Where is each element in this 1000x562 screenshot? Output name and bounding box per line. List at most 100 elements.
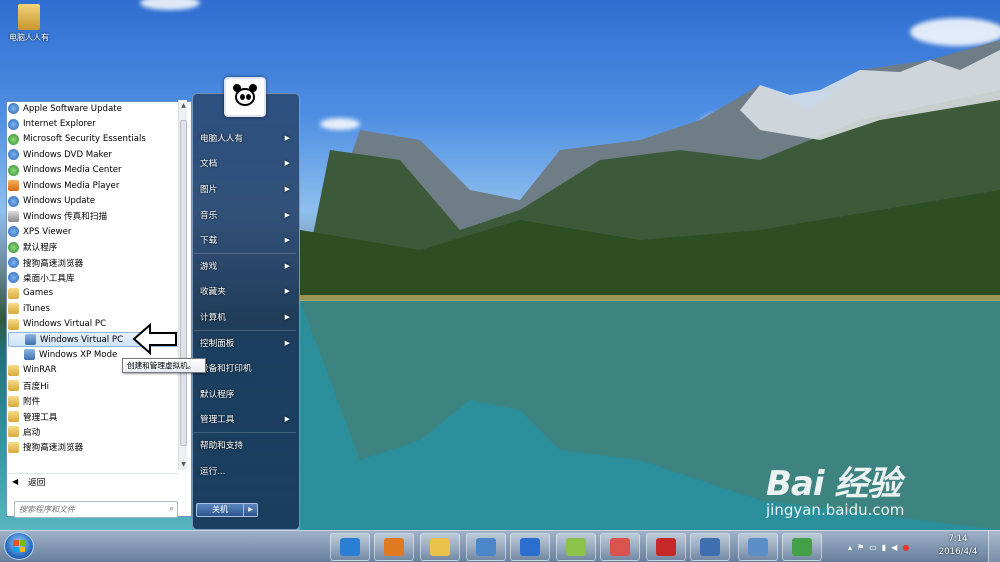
start-menu-place-item[interactable]: 电脑人人有 ▶ — [194, 125, 296, 151]
program-item[interactable]: 管理工具 — [8, 409, 180, 424]
show-hidden-icons-icon[interactable]: ▴ — [848, 543, 852, 552]
scroll-thumb[interactable] — [180, 120, 187, 446]
program-label: WinRAR — [23, 365, 57, 376]
program-item[interactable]: Windows 传真和扫描 — [8, 209, 180, 224]
start-menu-place-item[interactable]: 管理工具 ▶ — [194, 407, 296, 433]
taskbar-button[interactable] — [782, 533, 822, 561]
program-label: 默认程序 — [23, 243, 58, 254]
program-item[interactable]: Windows Media Player — [8, 178, 180, 193]
apple-update-icon — [8, 103, 19, 115]
program-item[interactable]: 默认程序 — [8, 240, 180, 255]
scroll-up-icon[interactable]: ▲ — [180, 102, 187, 109]
taskbar-button[interactable] — [420, 533, 460, 561]
remote-desktop-icon — [748, 538, 768, 556]
search-icon[interactable]: ⌕ — [169, 504, 174, 514]
virtual-pc-icon — [700, 538, 720, 556]
flag-icon[interactable]: ⚑ — [857, 543, 864, 552]
submenu-arrow-icon: ▶ — [284, 415, 290, 424]
program-label: Games — [23, 288, 54, 299]
sogou-browser-icon — [8, 257, 19, 269]
monitor-icon[interactable]: ▭ — [869, 543, 877, 552]
submenu-arrow-icon: ▶ — [284, 159, 290, 168]
desktop-icon[interactable]: 电脑人人有 — [4, 4, 54, 43]
start-menu-place-item[interactable]: 音乐 ▶ — [194, 202, 296, 228]
panda-icon — [231, 84, 259, 110]
place-label: 收藏夹 — [200, 287, 226, 298]
back-button[interactable]: ◀ 返回 — [8, 473, 178, 489]
watermark-url: jingyan.baidu.com — [766, 501, 905, 519]
start-menu-place-item[interactable]: 下载 ▶ — [194, 227, 296, 253]
taskbar-button[interactable] — [646, 533, 686, 561]
program-label: iTunes — [23, 303, 50, 314]
start-menu-places: 电脑人人有 ▶ 文档 ▶ 图片 ▶ 音乐 ▶ 下载 ▶ 游戏 ▶ 收藏夹 ▶ 计算机 ▶ 控制面板 ▶ 设备和打印机… — [194, 125, 296, 483]
folder-icon — [566, 538, 586, 556]
program-item[interactable]: Internet Explorer — [8, 116, 180, 131]
taskbar-clock[interactable]: 7:14 2016/4/4 — [938, 533, 978, 559]
watermark-logo: Bai 经验 — [766, 464, 901, 504]
program-item[interactable]: 附件 — [8, 393, 180, 408]
program-item[interactable]: Microsoft Security Essentials — [8, 132, 180, 147]
start-menu-place-item[interactable]: 收藏夹 ▶ — [194, 279, 296, 305]
folder-icon — [8, 441, 19, 453]
start-menu-place-item[interactable]: 计算机 ▶ — [194, 304, 296, 330]
program-item[interactable]: Windows Update — [8, 193, 180, 208]
submenu-arrow-icon: ▶ — [284, 312, 290, 321]
program-item[interactable]: iTunes — [8, 301, 180, 316]
start-menu-place-item[interactable]: 游戏 ▶ — [194, 252, 296, 279]
taskbar-button[interactable] — [690, 533, 730, 561]
taskbar-button[interactable] — [330, 533, 370, 561]
start-menu-place-item[interactable]: 运行... — [194, 458, 296, 484]
clock-date: 2016/4/4 — [938, 547, 978, 557]
program-label: Windows Media Player — [23, 180, 120, 191]
program-label: 搜狗高速浏览器 — [23, 258, 84, 269]
download-icon — [792, 538, 812, 556]
start-menu-place-item[interactable]: 设备和打印机 — [194, 355, 296, 381]
taskbar-button[interactable] — [466, 533, 506, 561]
network-icon — [476, 538, 496, 556]
folder-icon — [8, 380, 19, 392]
taskbar-button[interactable] — [738, 533, 778, 561]
program-item[interactable]: 搜狗高速浏览器 — [8, 440, 180, 455]
start-menu-place-item[interactable]: 帮助和支持 — [194, 432, 296, 458]
program-item[interactable]: Windows Media Center — [8, 163, 180, 178]
start-menu-place-item[interactable]: 图片 ▶ — [194, 176, 296, 202]
virtual-pc-icon — [25, 334, 36, 346]
submenu-arrow-icon: ▶ — [284, 339, 290, 348]
program-item[interactable]: 搜狗高速浏览器 — [8, 255, 180, 270]
program-item[interactable]: 桌面小工具库 — [8, 270, 180, 285]
media-player-icon — [8, 180, 19, 192]
program-item[interactable]: XPS Viewer — [8, 224, 180, 239]
volume-icon[interactable]: ◀ — [891, 543, 897, 552]
folder-icon — [8, 303, 19, 315]
show-desktop-button[interactable] — [988, 530, 1000, 562]
shutdown-button[interactable]: 关机 — [196, 503, 244, 517]
taskbar-button[interactable] — [556, 533, 596, 561]
scroll-down-icon[interactable]: ▼ — [180, 461, 187, 468]
taskbar-button[interactable] — [600, 533, 640, 561]
start-menu-place-item[interactable]: 控制面板 ▶ — [194, 329, 296, 356]
security-essentials-icon — [8, 133, 19, 145]
start-menu-place-item[interactable]: 默认程序 — [194, 381, 296, 407]
place-label: 电脑人人有 — [200, 133, 243, 144]
program-item[interactable]: 启动 — [8, 424, 180, 439]
taskbar-button[interactable] — [374, 533, 414, 561]
user-folder-icon — [18, 4, 40, 30]
user-avatar[interactable] — [224, 77, 266, 117]
shutdown-options-icon[interactable]: ▶ — [244, 503, 258, 517]
search-input[interactable] — [15, 502, 155, 517]
stop-icon[interactable]: ● — [902, 543, 909, 552]
program-item[interactable]: Apple Software Update — [8, 101, 180, 116]
start-menu-place-item[interactable]: 文档 ▶ — [194, 151, 296, 177]
start-search-box[interactable]: ⌕ — [14, 501, 178, 518]
program-item[interactable]: 百度Hi — [8, 378, 180, 393]
program-item[interactable]: Games — [8, 286, 180, 301]
desktop-icon-label: 电脑人人有 — [9, 33, 49, 42]
taskbar-button[interactable] — [510, 533, 550, 561]
program-item[interactable]: Windows DVD Maker — [8, 147, 180, 162]
system-tray: ▴ ⚑ ▭ ▮ ◀ ● — [848, 540, 909, 554]
start-button[interactable] — [4, 532, 34, 560]
program-label: Windows Virtual PC — [40, 334, 124, 345]
network-signal-icon[interactable]: ▮ — [882, 543, 886, 552]
program-label: Apple Software Update — [23, 103, 122, 114]
programs-scrollbar[interactable]: ▲ ▼ — [178, 100, 187, 470]
